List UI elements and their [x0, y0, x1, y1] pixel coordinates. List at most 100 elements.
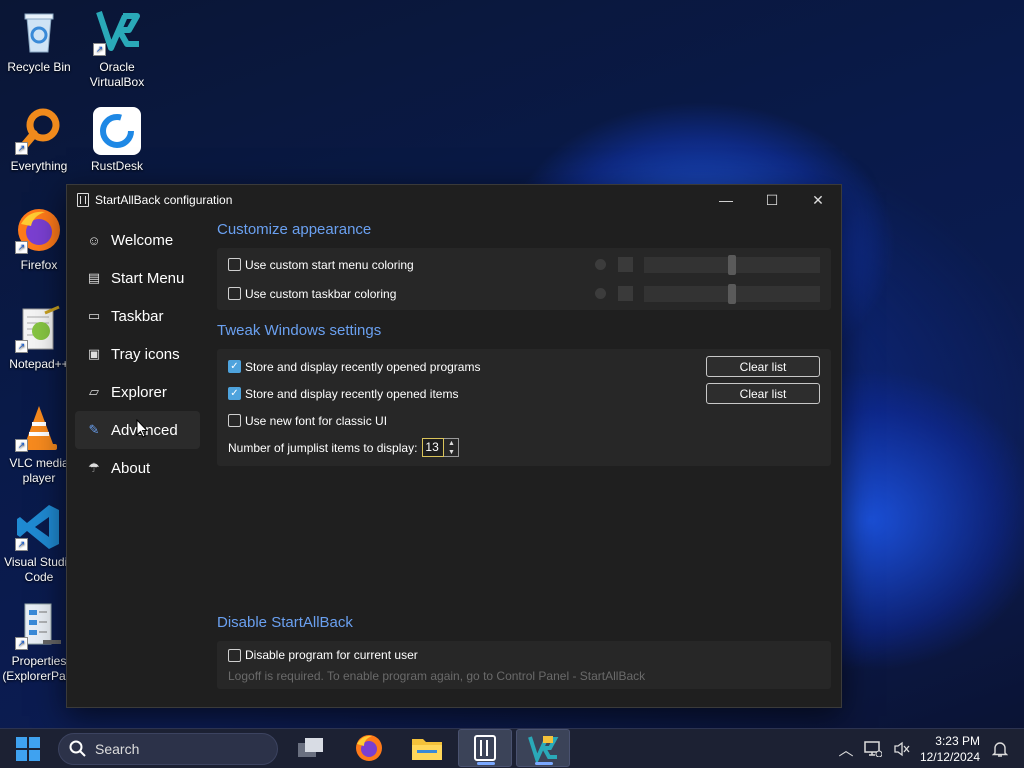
- volume-tray-button[interactable]: [891, 729, 913, 768]
- chevron-up-icon: ︿: [838, 741, 854, 759]
- clear-programs-list-button[interactable]: Clear list: [706, 356, 820, 377]
- window-title: StartAllBack configuration: [95, 193, 233, 207]
- search-icon: [69, 740, 86, 757]
- minimize-button[interactable]: —: [703, 185, 749, 215]
- option-label: Use new font for classic UI: [245, 413, 388, 428]
- spin-up-icon[interactable]: ▲: [444, 439, 458, 448]
- recent-programs-checkbox[interactable]: ✓: [228, 360, 241, 373]
- desktop-icon-label: Everything: [10, 159, 68, 173]
- desktop-icon-everything[interactable]: ↗ Everything: [0, 107, 78, 174]
- start-menu-coloring-checkbox[interactable]: [228, 258, 241, 271]
- disable-panel: Disable program for current user Logoff …: [217, 641, 831, 689]
- desktop-icon-label: Oracle VirtualBox: [89, 60, 145, 89]
- everything-search-icon: ↗: [15, 107, 63, 155]
- vlc-icon: ↗: [15, 404, 63, 452]
- firefox-icon: ↗: [15, 206, 63, 254]
- rustdesk-icon: [93, 107, 141, 155]
- show-hidden-icons-button[interactable]: ︿: [836, 729, 856, 768]
- virtualbox-icon: [528, 736, 559, 762]
- recycle-bin-icon: [15, 8, 63, 56]
- nav-item-welcome[interactable]: ☺ Welcome: [75, 221, 205, 259]
- taskbar-coloring-row: Use custom taskbar coloring: [228, 279, 820, 308]
- option-label: Store and display recently opened items: [245, 386, 459, 401]
- nav-label: Tray icons: [111, 345, 180, 363]
- taskbar-icon: ▭: [87, 308, 101, 323]
- option-label: Use custom start menu coloring: [245, 257, 414, 272]
- color-picker-dot-icon[interactable]: [595, 288, 606, 299]
- section-title-appearance: Customize appearance: [217, 221, 372, 238]
- nav-label: Taskbar: [111, 307, 164, 325]
- nav-item-taskbar[interactable]: ▭ Taskbar: [75, 297, 205, 335]
- slider-thumb[interactable]: [728, 254, 736, 275]
- nav-label: Explorer: [111, 383, 167, 401]
- tray-icons-icon: ▣: [87, 346, 101, 361]
- new-font-checkbox[interactable]: [228, 414, 241, 427]
- disable-program-row: Disable program for current user: [228, 643, 820, 667]
- color-swatch[interactable]: [618, 286, 633, 301]
- virtualbox-icon: ↗: [93, 8, 141, 56]
- new-font-row: Use new font for classic UI: [228, 407, 820, 434]
- notifications-button[interactable]: [988, 729, 1012, 768]
- shortcut-arrow-icon: ↗: [15, 439, 28, 452]
- start-menu-color-slider[interactable]: [644, 254, 820, 275]
- bell-icon: [992, 742, 1008, 757]
- title-bar[interactable]: StartAllBack configuration — ☐ ✕: [67, 185, 841, 215]
- shortcut-arrow-icon: ↗: [15, 637, 28, 650]
- system-clock[interactable]: 3:23 PM 12/12/2024: [920, 733, 980, 765]
- jumplist-spinner[interactable]: 13 ▲ ▼: [422, 438, 460, 457]
- clear-items-list-button[interactable]: Clear list: [706, 383, 820, 404]
- color-swatch[interactable]: [618, 257, 633, 272]
- jumplist-value-input[interactable]: 13: [422, 438, 445, 457]
- disable-hint-text: Logoff is required. To enable program ag…: [228, 669, 646, 683]
- startallback-icon: [474, 735, 496, 761]
- section-title-tweak: Tweak Windows settings: [217, 322, 382, 339]
- desktop-icon-label: RustDesk: [90, 159, 143, 173]
- nav-item-about[interactable]: ☂ About: [75, 449, 205, 487]
- recent-items-row: ✓ Store and display recently opened item…: [228, 380, 820, 407]
- clock-date: 12/12/2024: [919, 750, 980, 764]
- nav-label: Welcome: [111, 231, 174, 249]
- network-tray-button[interactable]: [862, 729, 884, 768]
- settings-content: Customize appearance Use custom start me…: [217, 221, 831, 689]
- maximize-button[interactable]: ☐: [749, 185, 795, 215]
- taskbar-file-explorer[interactable]: [400, 729, 454, 767]
- section-title-disable: Disable StartAllBack: [217, 614, 353, 631]
- mouse-cursor-icon: [136, 419, 148, 438]
- taskbar-color-slider[interactable]: [644, 283, 820, 304]
- desktop-icon-rustdesk[interactable]: RustDesk: [78, 107, 156, 174]
- close-button[interactable]: ✕: [795, 185, 841, 215]
- startallback-config-window: StartAllBack configuration — ☐ ✕ ☺ Welcom…: [66, 184, 842, 708]
- start-button[interactable]: [6, 729, 50, 768]
- clock-time: 3:23 PM: [935, 734, 980, 748]
- shortcut-arrow-icon: ↗: [15, 142, 28, 155]
- option-label: Store and display recently opened progra…: [245, 359, 481, 374]
- slider-thumb[interactable]: [728, 283, 736, 304]
- taskbar-startallback[interactable]: [458, 729, 512, 767]
- nav-label: Start Menu: [111, 269, 185, 287]
- taskbar-task-view[interactable]: [284, 729, 338, 767]
- desktop-icon-virtualbox[interactable]: ↗ Oracle VirtualBox: [78, 8, 156, 90]
- tweak-panel: ✓ Store and display recently opened prog…: [217, 349, 831, 466]
- shortcut-arrow-icon: ↗: [15, 538, 28, 551]
- nav-item-start-menu[interactable]: ▤ Start Menu: [75, 259, 205, 297]
- desktop-icon-recycle-bin[interactable]: Recycle Bin: [0, 8, 78, 75]
- taskbar-search-box[interactable]: Search: [58, 733, 278, 765]
- nav-item-tray-icons[interactable]: ▣ Tray icons: [75, 335, 205, 373]
- taskbar: Search ︿ 3:23 PM 12/12/2024: [0, 728, 1024, 768]
- taskbar-virtualbox[interactable]: [516, 729, 570, 767]
- recent-items-checkbox[interactable]: ✓: [228, 387, 241, 400]
- color-picker-dot-icon[interactable]: [595, 259, 606, 270]
- taskbar-coloring-checkbox[interactable]: [228, 287, 241, 300]
- option-label: Use custom taskbar coloring: [245, 286, 397, 301]
- volume-muted-icon: [894, 741, 910, 757]
- appearance-panel: Use custom start menu coloring Use custo…: [217, 248, 831, 310]
- spin-down-icon[interactable]: ▼: [444, 448, 458, 457]
- firefox-icon: [356, 735, 382, 761]
- search-placeholder: Search: [95, 741, 140, 757]
- start-menu-coloring-row: Use custom start menu coloring: [228, 250, 820, 279]
- disable-program-checkbox[interactable]: [228, 648, 241, 662]
- nav-item-explorer[interactable]: ▱ Explorer: [75, 373, 205, 411]
- about-icon: ☂: [88, 460, 100, 475]
- taskbar-firefox[interactable]: [342, 729, 396, 767]
- smiley-icon: ☺: [87, 232, 101, 248]
